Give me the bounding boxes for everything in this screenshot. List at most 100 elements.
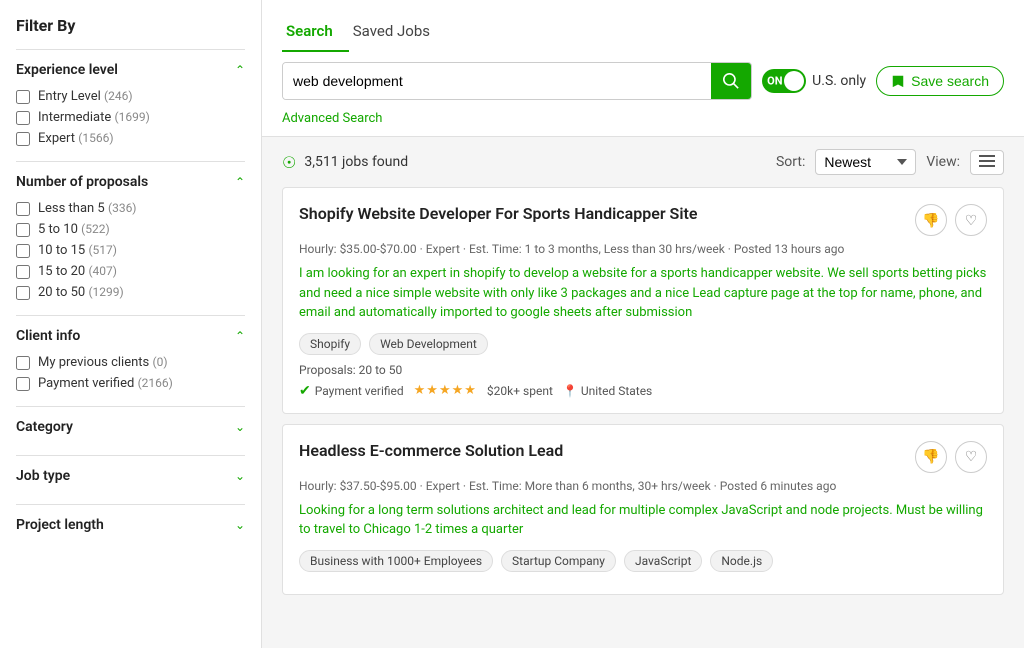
filter-section-jobtype: Job type ⌄ — [16, 455, 245, 504]
job-title-0[interactable]: Shopify Website Developer For Sports Han… — [299, 204, 697, 223]
filter-checkbox-less5[interactable] — [16, 202, 30, 216]
verified-icon-0: ✔ — [299, 383, 311, 399]
filter-section-projectlength-header[interactable]: Project length ⌄ — [16, 517, 245, 533]
proposals-items: Less than 5 (336) 5 to 10 (522) 10 to 15… — [16, 198, 245, 303]
job-desc-0: I am looking for an expert in shopify to… — [299, 264, 987, 323]
search-input[interactable] — [283, 63, 711, 99]
filter-section-category: Category ⌄ — [16, 406, 245, 455]
tag-webdev: Web Development — [369, 333, 488, 355]
payment-verified-label-0: Payment verified — [315, 384, 404, 398]
tag-shopify: Shopify — [299, 333, 361, 355]
filter-checkbox-intermediate[interactable] — [16, 111, 30, 125]
experience-items: Entry Level (246) Intermediate (1699) Ex… — [16, 86, 245, 149]
save-search-button[interactable]: Save search — [876, 66, 1004, 96]
job-actions-1: 👎 ♡ — [915, 441, 987, 473]
search-icon — [723, 73, 739, 89]
jobs-found: ☉ 3,511 jobs found — [282, 153, 408, 172]
filter-label-less5: Less than 5 (336) — [38, 201, 137, 216]
filter-section-experience-header[interactable]: Experience level ⌃ — [16, 62, 245, 78]
chevron-up-client-icon: ⌃ — [235, 329, 245, 343]
filter-label-5to10: 5 to 10 (522) — [38, 222, 110, 237]
filter-item-prev-clients: My previous clients (0) — [16, 352, 245, 373]
search-button[interactable] — [711, 62, 751, 100]
filter-section-experience: Experience level ⌃ Entry Level (246) Int… — [16, 49, 245, 161]
filter-section-client-header[interactable]: Client info ⌃ — [16, 328, 245, 344]
filter-checkbox-20to50[interactable] — [16, 286, 30, 300]
jobs-count: 3,511 jobs found — [304, 154, 408, 170]
filter-label-prev-clients: My previous clients (0) — [38, 355, 168, 370]
rss-icon: ☉ — [282, 153, 296, 172]
filter-section-jobtype-header[interactable]: Job type ⌄ — [16, 468, 245, 484]
job-card-header-0: Shopify Website Developer For Sports Han… — [299, 204, 987, 236]
chevron-down-jobtype-icon: ⌄ — [235, 469, 245, 483]
view-button[interactable] — [970, 150, 1004, 175]
filter-checkbox-payment-verified[interactable] — [16, 377, 30, 391]
filter-label-15to20: 15 to 20 (407) — [38, 264, 117, 279]
toggle-wrap: ON U.S. only — [762, 69, 866, 93]
job-card-header-1: Headless E-commerce Solution Lead 👎 ♡ — [299, 441, 987, 473]
filter-item-10to15: 10 to 15 (517) — [16, 240, 245, 261]
filter-section-client-title: Client info — [16, 328, 80, 344]
filter-section-proposals-header[interactable]: Number of proposals ⌃ — [16, 174, 245, 190]
tab-search[interactable]: Search — [282, 14, 349, 52]
tabs: Search Saved Jobs — [282, 14, 1004, 52]
filter-label-entry: Entry Level (246) — [38, 89, 133, 104]
stars-0: ★★★★★ — [414, 383, 477, 398]
job-proposals-0: Proposals: 20 to 50 — [299, 363, 987, 377]
search-row: ON U.S. only Save search — [282, 52, 1004, 110]
advanced-search-link[interactable]: Advanced Search — [282, 111, 382, 136]
filter-item-15to20: 15 to 20 (407) — [16, 261, 245, 282]
filter-section-category-header[interactable]: Category ⌄ — [16, 419, 245, 435]
filter-item-intermediate: Intermediate (1699) — [16, 107, 245, 128]
save-job-button-1[interactable]: ♡ — [955, 441, 987, 473]
filter-label-20to50: 20 to 50 (1299) — [38, 285, 124, 300]
view-label: View: — [926, 154, 960, 170]
chevron-down-category-icon: ⌄ — [235, 420, 245, 434]
job-meta-0: Hourly: $35.00-$70.00 · Expert · Est. Ti… — [299, 242, 987, 256]
job-card-0: Shopify Website Developer For Sports Han… — [282, 187, 1004, 414]
filter-label-intermediate: Intermediate (1699) — [38, 110, 150, 125]
filter-section-projectlength-title: Project length — [16, 517, 104, 533]
tab-saved-jobs[interactable]: Saved Jobs — [349, 14, 446, 52]
sort-wrap: Sort: Newest Oldest Relevance View: — [776, 149, 1004, 175]
tag-biz1000: Business with 1000+ Employees — [299, 550, 493, 572]
filter-checkbox-expert[interactable] — [16, 132, 30, 146]
spent-0: $20k+ spent — [487, 384, 553, 398]
us-only-toggle[interactable]: ON — [762, 69, 806, 93]
filter-item-5to10: 5 to 10 (522) — [16, 219, 245, 240]
location-text-0: United States — [581, 384, 652, 398]
dislike-button-0[interactable]: 👎 — [915, 204, 947, 236]
list-view-icon — [979, 155, 995, 167]
job-tags-1: Business with 1000+ Employees Startup Co… — [299, 550, 987, 572]
filter-checkbox-10to15[interactable] — [16, 244, 30, 258]
tag-nodejs: Node.js — [710, 550, 773, 572]
sidebar-title: Filter By — [16, 16, 245, 35]
save-job-button-0[interactable]: ♡ — [955, 204, 987, 236]
jobs-list: Shopify Website Developer For Sports Han… — [262, 187, 1024, 605]
client-items: My previous clients (0) Payment verified… — [16, 352, 245, 394]
filter-section-category-title: Category — [16, 419, 73, 435]
job-meta-1: Hourly: $37.50-$95.00 · Expert · Est. Ti… — [299, 479, 987, 493]
payment-verified-0: ✔ Payment verified — [299, 383, 404, 399]
filter-checkbox-prev-clients[interactable] — [16, 356, 30, 370]
filter-section-client: Client info ⌃ My previous clients (0) Pa… — [16, 315, 245, 406]
dislike-button-1[interactable]: 👎 — [915, 441, 947, 473]
filter-section-proposals-title: Number of proposals — [16, 174, 148, 190]
filter-checkbox-entry[interactable] — [16, 90, 30, 104]
filter-checkbox-15to20[interactable] — [16, 265, 30, 279]
sort-label: Sort: — [776, 154, 805, 170]
filter-item-entry: Entry Level (246) — [16, 86, 245, 107]
search-area: Search Saved Jobs ON U.S. only — [262, 0, 1024, 137]
location-icon-0: 📍 — [563, 384, 578, 398]
filter-checkbox-5to10[interactable] — [16, 223, 30, 237]
filter-label-payment-verified: Payment verified (2166) — [38, 376, 173, 391]
filter-item-less5: Less than 5 (336) — [16, 198, 245, 219]
tag-js: JavaScript — [624, 550, 702, 572]
sort-select[interactable]: Newest Oldest Relevance — [815, 149, 916, 175]
job-card-1: Headless E-commerce Solution Lead 👎 ♡ Ho… — [282, 424, 1004, 595]
job-title-1[interactable]: Headless E-commerce Solution Lead — [299, 441, 563, 460]
toggle-on-label: ON — [767, 75, 782, 88]
job-tags-0: Shopify Web Development — [299, 333, 987, 355]
search-input-wrap — [282, 62, 752, 100]
filter-section-experience-title: Experience level — [16, 62, 118, 78]
